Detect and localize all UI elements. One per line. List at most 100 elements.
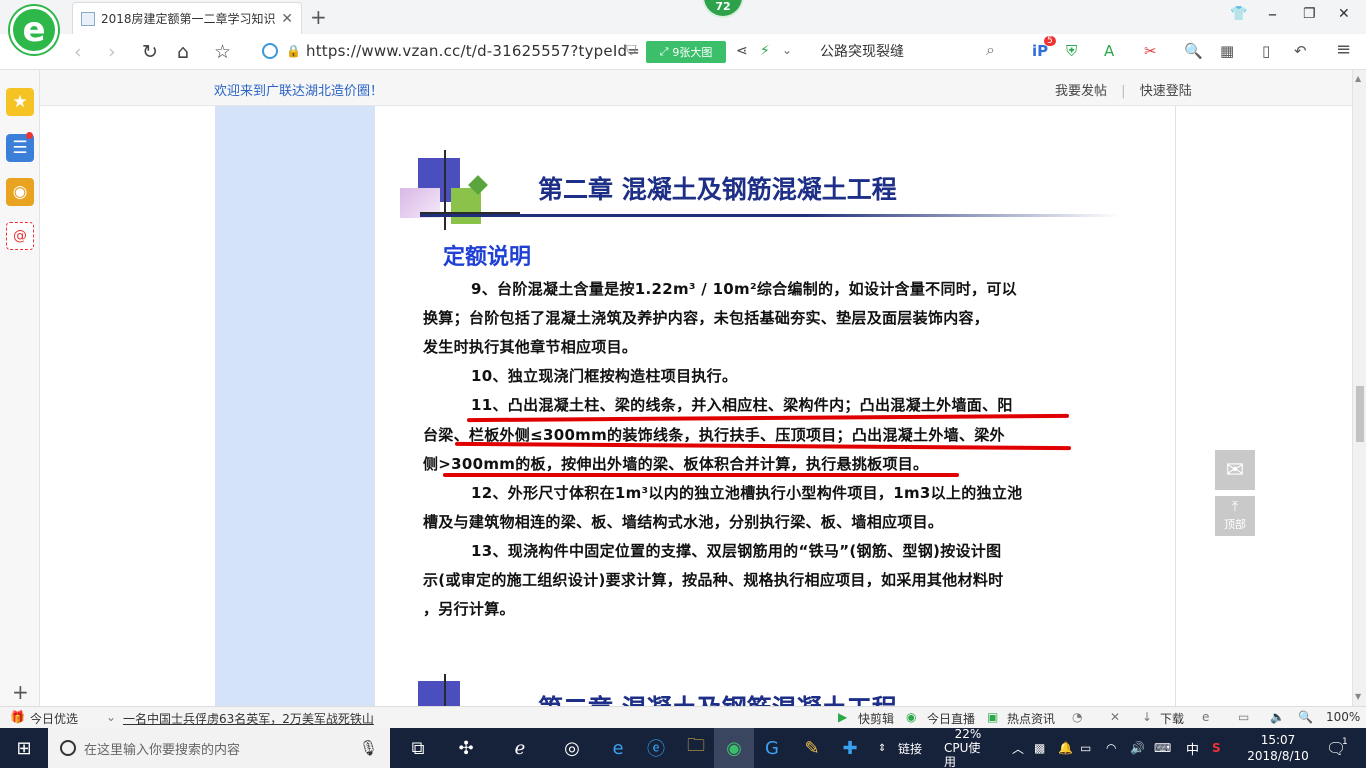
volume-icon[interactable]: 🔊 (1130, 728, 1145, 768)
download-button[interactable]: 下载 (1160, 710, 1184, 727)
quick-clip-button[interactable]: 快剪辑 (858, 710, 894, 727)
fan-app-icon[interactable]: ✣ (446, 728, 486, 768)
scroll-up-arrow[interactable]: ▲ (1355, 74, 1361, 83)
left-panel (215, 106, 375, 706)
today-pick[interactable]: 今日优选 (30, 710, 78, 727)
lightning-icon[interactable]: ⚡ (760, 43, 770, 59)
network-app-icon[interactable]: ◎ (552, 728, 592, 768)
scroll-down-arrow[interactable]: ▼ (1355, 692, 1361, 701)
wifi-icon[interactable]: ◠ (1106, 728, 1116, 768)
restore-button[interactable]: ❐ (1303, 6, 1316, 22)
apps-grid-icon[interactable]: ▦ (1220, 42, 1234, 60)
live-icon: ◉ (906, 710, 917, 724)
internet-explorer-icon[interactable]: ⓔ (636, 728, 676, 768)
browser-tab[interactable]: 2018房建定额第一二章学习知识 ✕ (72, 2, 302, 34)
battery-icon[interactable]: ▭ (1080, 728, 1091, 768)
title-underline (420, 214, 1120, 217)
add-sidebar-icon[interactable]: + (12, 680, 29, 704)
tray-expand-icon[interactable]: ︿ (1012, 728, 1024, 768)
news-ticker[interactable]: 一名中国士兵俘虏63名英军，2万美军战死铁山 (123, 710, 374, 727)
clock[interactable]: 15:07 2018/8/10 (1240, 728, 1316, 768)
windows-start-icon[interactable]: ⊞ (0, 728, 48, 768)
shield-check-icon[interactable]: ⛉ (626, 43, 637, 59)
notes-app-icon[interactable]: ✎ (792, 728, 832, 768)
task-view-icon[interactable]: ⧉ (398, 728, 438, 768)
taskbar-search-input[interactable]: 在这里输入你要搜索的内容 🎙 (48, 728, 390, 768)
g-app-icon[interactable]: G (752, 728, 792, 768)
text-line: ，另行计算。 (423, 600, 515, 618)
login-link[interactable]: 快速登陆 (1140, 84, 1192, 99)
translate-icon[interactable]: A (1104, 42, 1114, 60)
red-highlight-stroke (466, 413, 1070, 423)
security-shield-icon[interactable]: ⛨ (1066, 42, 1077, 60)
back-arrow-icon[interactable]: ‹ (74, 41, 82, 63)
tab-title: 2018房建定额第一二章学习知识 (101, 12, 276, 26)
favorite-star-icon[interactable]: ☆ (214, 41, 231, 63)
refresh-icon[interactable]: ↻ (142, 41, 158, 63)
text-line: 侧>300mm的板，按伸出外墙的梁、板体积合并计算，执行悬挑板项目。 (423, 455, 929, 473)
minimize-button[interactable]: – (1268, 4, 1277, 25)
forward-arrow-icon[interactable]: › (108, 41, 116, 63)
address-bar[interactable]: https://www.vzan.cc/t/d-31625557?typeId= (306, 42, 640, 60)
post-link[interactable]: 我要发帖 (1055, 84, 1107, 99)
bell-icon[interactable]: 🔔 (1058, 728, 1073, 768)
cpu-label: CPU使用 (944, 741, 981, 769)
play-icon: ▶ (838, 710, 848, 724)
edge-icon[interactable]: e (598, 728, 638, 768)
menu-icon[interactable]: ≡ (1336, 39, 1351, 60)
microphone-icon[interactable]: 🎙 (359, 739, 378, 757)
live-button[interactable]: 今日直播 (927, 710, 975, 727)
cpu-meter[interactable]: 22% CPU使用 (944, 727, 992, 769)
weibo-icon[interactable]: ◉ (6, 178, 34, 206)
pin-icon[interactable]: ✕ (1110, 710, 1120, 724)
file-explorer-icon[interactable]: 🗀 (676, 728, 716, 768)
close-window-button[interactable]: ✕ (1338, 6, 1350, 22)
speed-icon[interactable]: ◔ (1072, 710, 1082, 724)
undo-icon[interactable]: ↶ (1294, 42, 1307, 60)
security-ring-icon[interactable] (262, 43, 278, 59)
plus-app-icon[interactable]: ✚ (830, 728, 870, 768)
sogou-icon[interactable]: S (1212, 728, 1221, 768)
tray-app-icon[interactable]: ▩ (1034, 728, 1045, 768)
share-icon[interactable]: ⋖ (736, 43, 748, 59)
deco-line (444, 150, 446, 230)
vertical-scrollbar[interactable]: ▲ ▼ (1352, 70, 1366, 706)
next-slide-title: 第二章 混凝土及钢筋混凝土工程 (538, 689, 897, 706)
chevron-down-icon[interactable]: ⌄ (106, 710, 116, 724)
speed-badge[interactable]: 72 (702, 0, 744, 18)
slide-title: 第二章 混凝土及钢筋混凝土工程 (538, 175, 897, 204)
arrow-up-icon: ⤒ (1231, 499, 1239, 515)
shirt-icon[interactable]: 👕 (1230, 6, 1247, 22)
ip-tool-badge: 5 (1044, 36, 1056, 46)
search-input[interactable]: 公路突现裂缝 (820, 41, 904, 61)
back-to-top-button[interactable]: ⤒ 顶部 (1215, 496, 1255, 536)
ie-legacy-icon[interactable]: ℯ (500, 728, 540, 768)
text-line: 12、外形尺寸体积在1m³以内的独立池槽执行小型构件项目，1m3以上的独立池 (471, 484, 1023, 502)
ie-mode-icon[interactable]: e (1202, 710, 1209, 724)
close-tab-icon[interactable]: ✕ (281, 11, 293, 27)
scissors-icon[interactable]: ✂ (1144, 42, 1157, 60)
text-line: 13、现浇构件中固定位置的支撑、双层钢筋用的“铁马”(钢筋、型钢)按设计图 (471, 542, 1002, 560)
tablet-icon[interactable]: ▯ (1262, 42, 1270, 60)
chevron-down-icon[interactable]: ⌄ (782, 43, 792, 57)
lock-icon[interactable]: 🔒 (286, 44, 301, 58)
browser-360-icon[interactable]: ◉ (714, 728, 754, 768)
big-picture-button[interactable]: ⤢ 9张大图 (646, 41, 726, 63)
scroll-toggle-icon[interactable]: ⇕ (878, 728, 886, 768)
mute-icon[interactable]: 🔈 (1270, 710, 1285, 724)
hot-news-button[interactable]: 热点资讯 (1007, 710, 1055, 727)
window-icon[interactable]: ▭ (1238, 710, 1249, 724)
ime-indicator[interactable]: 中 (1186, 728, 1199, 768)
search-icon[interactable]: ⌕ (986, 40, 995, 60)
favorites-star-icon[interactable]: ★ (6, 88, 34, 116)
magnifier-icon[interactable]: 🔍 (1184, 42, 1203, 60)
new-tab-button[interactable]: + (310, 5, 327, 29)
link-label[interactable]: 链接 (898, 728, 922, 768)
big-picture-label: 9张大图 (672, 46, 713, 59)
scrollbar-thumb[interactable] (1356, 386, 1364, 442)
browser-logo-icon[interactable]: e (10, 6, 58, 54)
wechat-share-icon[interactable]: ✉ (1215, 450, 1255, 490)
keyboard-icon[interactable]: ⌨ (1154, 728, 1171, 768)
home-icon[interactable]: ⌂ (177, 41, 189, 63)
mail-at-icon[interactable]: @ (6, 222, 34, 250)
